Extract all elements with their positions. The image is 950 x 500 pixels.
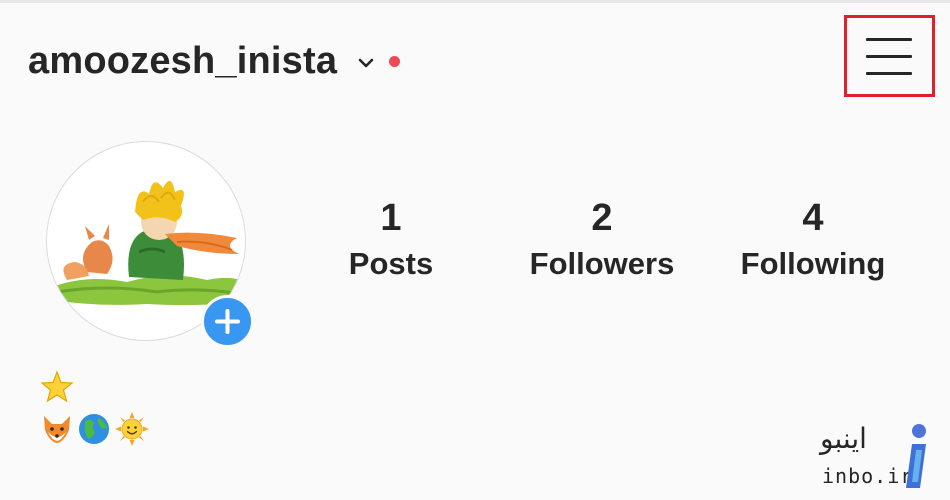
plus-icon (215, 309, 240, 334)
inbo-logo-icon (906, 424, 926, 488)
posts-stat[interactable]: 1 Posts (291, 195, 491, 284)
bio-line-2 (40, 411, 150, 447)
notification-dot-icon (389, 55, 401, 67)
following-stat[interactable]: 4 Following (713, 195, 913, 284)
sun-face-emoji (115, 412, 149, 446)
followers-label: Followers (529, 246, 675, 281)
followers-stat[interactable]: 2 Followers (502, 195, 702, 284)
hamburger-menu-icon[interactable] (862, 34, 917, 80)
posts-label: Posts (348, 246, 434, 281)
top-divider (0, 0, 950, 3)
chevron-down-icon[interactable] (357, 54, 375, 72)
following-count: 4 (802, 197, 824, 239)
following-label: Following (740, 246, 886, 281)
add-story-button[interactable] (201, 295, 254, 348)
username-switcher[interactable]: amoozesh_inista (28, 40, 337, 83)
watermark-text-fa: اینبو (820, 422, 867, 455)
profile-header: amoozesh_inista (28, 36, 401, 86)
posts-count: 1 (380, 197, 402, 239)
followers-count: 2 (591, 197, 613, 239)
inbo-watermark: اینبو inbo.ir (818, 420, 938, 495)
star-emoji (40, 370, 74, 403)
fox-emoji (44, 416, 70, 443)
globe-emoji (79, 414, 109, 444)
watermark-text-en: inbo.ir (822, 464, 914, 488)
bio-line-1 (40, 369, 74, 405)
